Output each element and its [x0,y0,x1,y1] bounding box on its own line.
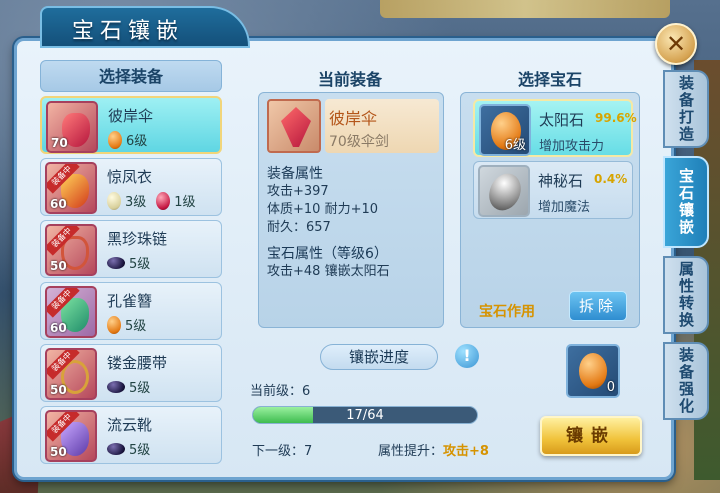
list-item[interactable]: 装备中 50 黑珍珠链 5级 [40,220,222,278]
robe-icon: 装备中 60 [45,162,97,214]
orange-gem-icon [107,315,121,334]
list-item[interactable]: 装备中 50 镂金腰带 5级 [40,344,222,402]
item-gems: 6级 [108,130,147,149]
gem-level: 5级 [129,381,151,396]
list-item[interactable]: 装备中 60 孔雀簪 5级 [40,282,222,340]
inlay-button[interactable]: 镶嵌 [540,416,642,456]
item-name: 彼岸伞 [108,107,154,125]
hairpin-icon: 装备中 60 [45,286,97,338]
current-level: 当前级：6 [250,384,311,399]
inlay-progress-label: 镶嵌进度 [320,344,438,370]
equipment-panel-header: 选择装备 [40,60,222,92]
gem-level: 5级 [125,319,147,334]
attribute-increase: 属性提升：攻击+8 [378,440,489,459]
close-button[interactable]: ✕ [655,23,697,65]
umbrella-sword-icon [267,99,321,153]
gem-level: 5级 [129,443,151,458]
gem-effect-link[interactable]: 宝石作用 [479,301,535,321]
progress-bar: 17/64 [252,406,478,424]
gem-level: 3级 [125,195,147,210]
item-name: 流云靴 [107,416,153,434]
gem-attr-title: 宝石属性（等级6） [267,246,388,262]
item-gems: 3级 1级 [107,191,196,210]
remove-button[interactable]: 拆除 [569,291,627,321]
close-icon: ✕ [665,30,687,58]
stone-name: 太阳石 [539,111,585,129]
tab-equip-forge[interactable]: 装备打造 [663,70,709,148]
stone-description: 增加攻击力 [539,139,605,154]
equip-attr-line: 体质+10 耐力+10 [267,202,379,217]
gem-level: 5级 [129,257,151,272]
current-item-type: 70级伞剑 [329,134,389,150]
boots-icon: 装备中 50 [45,410,97,462]
item-name: 惊凤衣 [107,168,153,186]
item-name: 镂金腰带 [107,354,168,372]
list-item[interactable]: 神秘石 0.4% 增加魔法 [473,161,633,219]
list-item[interactable]: 6级 太阳石 99.6% 增加攻击力 [473,99,637,157]
item-gems: 5级 [107,253,150,272]
tab-gem-inlay[interactable]: 宝石镶嵌 [663,156,709,248]
necklace-icon: 装备中 50 [45,224,97,276]
equip-attr-line: 攻击+397 [267,184,329,199]
select-gem-header: 选择宝石 [517,70,582,89]
slot-count: 0 [606,380,615,395]
dark-gem-icon [107,256,125,269]
gem-attr-line: 攻击+48 镶嵌太阳石 [267,264,390,279]
gem-level: 1级 [174,195,196,210]
red-gem-icon [156,191,171,210]
dark-gem-icon [107,380,125,393]
orange-gem-icon [108,130,122,149]
item-level: 50 [50,383,67,397]
equip-attr-line: 耐久：657 [267,220,331,235]
item-name: 孔雀簪 [107,292,153,310]
current-item-name: 彼岸伞 [329,109,378,128]
dark-gem-icon [107,442,125,455]
item-gems: 5级 [107,377,150,396]
list-item[interactable]: 装备中 60 惊凤衣 3级 1级 [40,158,222,216]
attr-up-value: 攻击+8 [443,444,489,459]
stone-description: 增加魔法 [538,200,591,215]
gem-orb [483,168,527,216]
sun-stone-icon [579,353,607,389]
equip-attr-title: 装备属性 [267,166,323,182]
item-gems: 5级 [107,439,150,458]
attr-up-label: 属性提升： [378,444,444,459]
tab-equip-enhance[interactable]: 装备强化 [663,342,709,420]
info-icon[interactable]: ! [455,344,479,368]
next-level: 下一级：7 [252,444,313,459]
white-gem-icon [107,191,121,210]
equipment-list: 70 彼岸伞 6级 装备中 60 惊凤衣 3级 1级 装备中 50 黑珍珠链 5… [40,96,222,464]
window-title: 宝石镶嵌 [72,19,185,44]
item-name: 黑珍珠链 [107,230,168,248]
mystic-stone-icon [478,165,530,217]
sun-stone-icon: 6级 [479,104,531,156]
gem-slot[interactable]: 0 [566,344,620,398]
gem-select-panel: 6级 太阳石 99.6% 增加攻击力 神秘石 0.4% 增加魔法 宝石作用 拆除 [460,92,640,328]
item-level: 50 [50,259,67,273]
item-level: 50 [50,445,67,459]
belt-icon: 装备中 50 [45,348,97,400]
item-gems: 5级 [107,315,146,334]
attribute-block: 装备属性 攻击+397 体质+10 耐力+10 耐久：657 宝石属性（等级6）… [267,165,390,281]
top-resource-bar [380,0,670,18]
current-equipment-panel: 彼岸伞 70级伞剑 装备属性 攻击+397 体质+10 耐力+10 耐久：657… [258,92,444,328]
stone-percentage: 0.4% [594,172,628,186]
progress-text: 17/64 [346,408,384,423]
stone-name: 神秘石 [538,172,584,190]
item-level: 60 [50,197,67,211]
tab-attr-convert[interactable]: 属性转换 [663,256,709,334]
list-item[interactable]: 70 彼岸伞 6级 [40,96,222,154]
list-item[interactable]: 装备中 50 流云靴 5级 [40,406,222,464]
gem-level: 6级 [126,134,148,149]
item-level: 70 [51,136,68,150]
stone-level: 6级 [504,138,526,153]
umbrella-sword-icon: 70 [46,101,98,153]
item-level: 60 [50,321,67,335]
stone-percentage: 99.6% [595,111,637,125]
current-equipment-header: 当前装备 [317,70,382,89]
side-tab-bar: 装备打造 宝石镶嵌 属性转换 装备强化 [663,70,711,428]
equipment-panel: 选择装备 70 彼岸伞 6级 装备中 60 惊凤衣 3级 1级 装备中 50 黑… [40,60,222,474]
item-art [281,107,311,147]
